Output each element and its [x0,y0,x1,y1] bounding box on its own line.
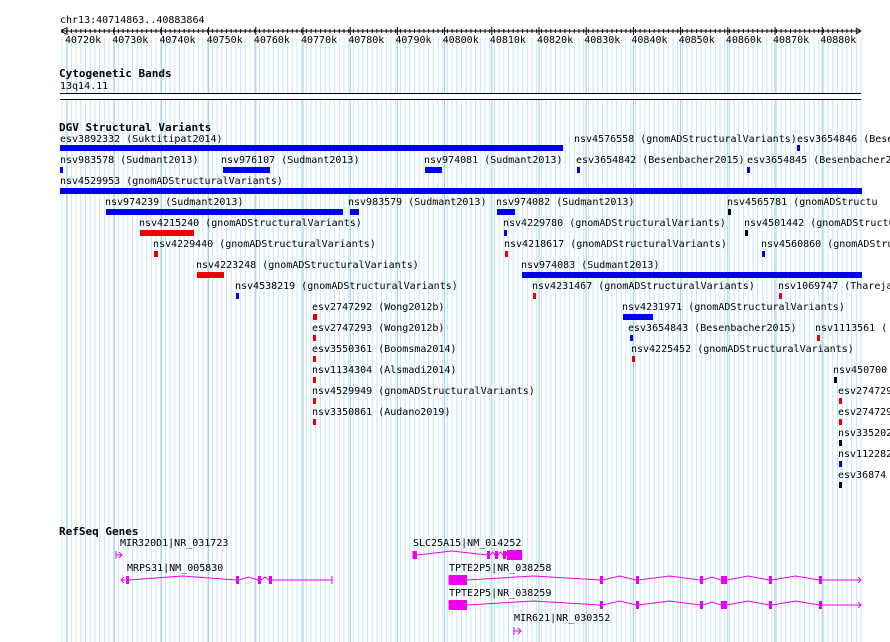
gene-exon [495,551,498,559]
gene-exon [724,576,727,584]
gene-exon [507,550,522,560]
gene-exon [258,576,261,584]
gene-exon [636,576,639,584]
gene-models [60,27,862,635]
gene-exon [721,576,724,584]
gene-exon [700,576,703,584]
gene-exon [769,576,772,584]
gene-intron-line [449,600,861,606]
gene-exon [413,551,417,559]
gene-exon [636,601,639,609]
gene-exon [269,576,272,584]
gene-exon [487,551,490,559]
gene-exon [700,601,703,609]
gene-intron-line [121,575,332,581]
gene-exon [724,601,727,609]
gene-exon [721,601,724,609]
gene-exon [600,576,603,584]
gene-exon [819,601,822,609]
gene-exon [449,600,467,610]
gene-exon [503,551,506,559]
gene-intron-line [449,575,861,581]
gene-exon [600,601,603,609]
gene-exon [819,576,822,584]
gene-exon [126,576,129,584]
gene-exon [449,575,467,585]
gene-exon [236,576,239,584]
gene-exon [769,601,772,609]
